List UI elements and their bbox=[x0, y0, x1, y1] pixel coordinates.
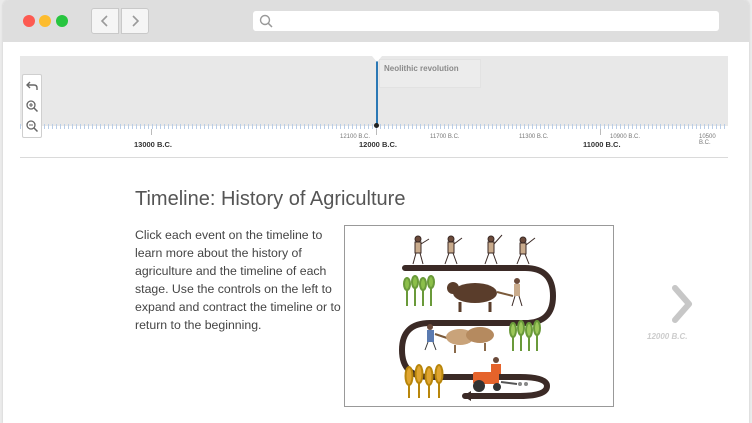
browser-back-button[interactable] bbox=[91, 8, 119, 34]
next-slide-chevron-icon[interactable] bbox=[667, 284, 697, 324]
browser-forward-button[interactable] bbox=[121, 8, 149, 34]
search-icon bbox=[259, 14, 273, 28]
event-marker-dot[interactable] bbox=[374, 123, 379, 128]
minor-tick-label: 10500 B.C. bbox=[699, 134, 716, 146]
major-tick-label: 12000 B.C. bbox=[359, 140, 397, 149]
agriculture-history-illustration bbox=[344, 225, 614, 407]
minor-tick-label: 11300 B.C. bbox=[519, 134, 549, 140]
zoom-in-icon[interactable] bbox=[25, 99, 39, 113]
farmer-with-oxen bbox=[424, 324, 494, 353]
minor-tick-label: 11700 B.C. bbox=[430, 134, 460, 140]
browser-window: Neolithic revolution 12100 B.C. 11700 B.… bbox=[3, 0, 749, 423]
hunter-gatherer-figures bbox=[412, 234, 536, 265]
axis-tick bbox=[376, 129, 377, 135]
chevron-right-icon bbox=[132, 15, 140, 27]
close-window-button[interactable] bbox=[23, 15, 35, 27]
early-crops bbox=[403, 275, 435, 306]
timeline-controls bbox=[22, 74, 42, 138]
event-flag-title: Neolithic revolution bbox=[384, 64, 459, 73]
zoom-out-icon[interactable] bbox=[25, 119, 39, 133]
major-tick-label: 13000 B.C. bbox=[134, 140, 172, 149]
maximize-window-button[interactable] bbox=[56, 15, 68, 27]
axis-tick bbox=[151, 129, 152, 135]
next-slide-date[interactable]: 12000 B.C. bbox=[647, 332, 687, 341]
minimize-window-button[interactable] bbox=[39, 15, 51, 27]
ox-plough bbox=[447, 278, 523, 312]
address-bar[interactable] bbox=[253, 11, 719, 31]
slide-title: Timeline: History of Agriculture bbox=[135, 188, 406, 210]
timeline-navigation[interactable]: Neolithic revolution 12100 B.C. 11700 B.… bbox=[20, 56, 728, 158]
axis-tick bbox=[600, 129, 601, 135]
back-arrow-icon[interactable] bbox=[25, 79, 39, 93]
slide-description: Click each event on the timeline to lear… bbox=[135, 228, 341, 333]
golden-wheat bbox=[404, 364, 444, 398]
agriculture-path-illustration bbox=[398, 234, 557, 401]
major-tick-label: 11000 B.C. bbox=[583, 140, 621, 149]
event-marker-line[interactable] bbox=[376, 56, 378, 126]
title-bar bbox=[3, 0, 749, 42]
chevron-left-icon bbox=[100, 15, 108, 27]
event-flag-neolithic-revolution[interactable]: Neolithic revolution bbox=[379, 59, 481, 88]
timeline-event-band[interactable] bbox=[20, 56, 728, 126]
